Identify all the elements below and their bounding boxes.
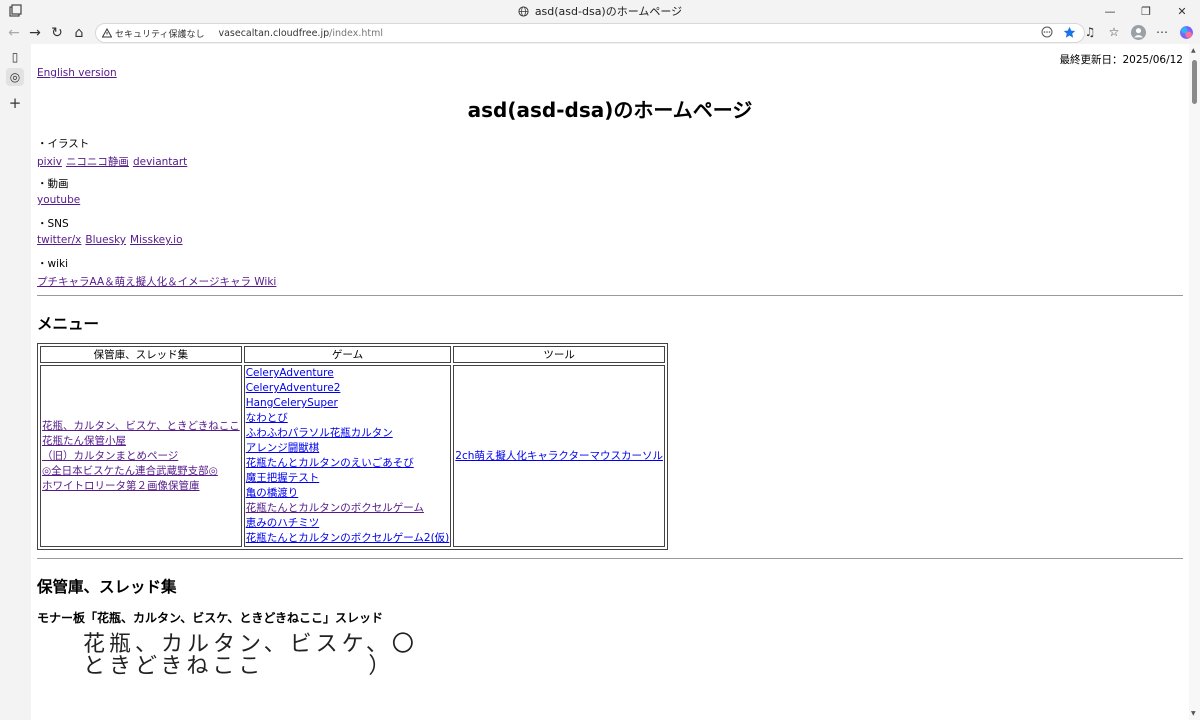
bluesky-link[interactable]: Bluesky xyxy=(85,234,126,246)
new-tab-icon[interactable]: + xyxy=(6,94,24,112)
scroll-down-icon[interactable]: ▼ xyxy=(1191,710,1196,717)
game-link-list: CeleryAdventure CeleryAdventure2 HangCeler… xyxy=(246,366,450,546)
col2-link-0[interactable]: CeleryAdventure xyxy=(246,366,450,381)
minimize-button[interactable]: — xyxy=(1092,0,1128,22)
banner-line: 花瓶、カルタン、ビスケ、〇 xyxy=(83,632,418,657)
archive-heading: 保管庫、スレッド集 xyxy=(37,578,177,596)
warning-icon xyxy=(102,28,112,38)
page-scrollbar[interactable]: ▲ ▼ xyxy=(1189,44,1200,720)
pixiv-link[interactable]: pixiv xyxy=(37,156,62,168)
section-label: ・wiki xyxy=(37,258,69,270)
col2-link-11[interactable]: 花瓶たんとカルタンのボクセルゲーム2(仮) xyxy=(246,531,450,546)
menu-header-tools: ツール xyxy=(453,346,665,363)
last-updated: 最終更新日：2025/06/12 xyxy=(1059,54,1183,66)
col1-link-2[interactable]: （旧）カルタンまとめページ xyxy=(42,449,240,464)
section-illust: ・イラスト pixiv ニコニコ静画 deviantart xyxy=(37,136,191,169)
read-aloud-icon[interactable]: ♫ xyxy=(1082,24,1098,40)
copilot-icon[interactable] xyxy=(1178,24,1194,40)
niconico-seiga-link[interactable]: ニコニコ静画 xyxy=(66,156,129,168)
col2-link-3[interactable]: なわとび xyxy=(246,411,450,426)
col2-link-7[interactable]: 魔王把握テスト xyxy=(246,471,450,486)
deviantart-link[interactable]: deviantart xyxy=(133,156,187,168)
security-text: セキュリティ保護なし xyxy=(115,29,205,40)
browser-toolbar: ← → ↻ ⌂ セキュリティ保護なし vasecaltan.cloudfree.… xyxy=(0,22,1200,44)
banner-line: ときどきねここ ） xyxy=(83,654,395,679)
forward-button[interactable]: → xyxy=(25,23,45,43)
section-sns: ・SNS twitter/x Bluesky Misskey.io xyxy=(37,216,187,246)
section-video: ・動画 youtube xyxy=(37,176,84,206)
favorite-star-icon[interactable] xyxy=(1063,26,1076,39)
restore-button[interactable]: ❐ xyxy=(1128,0,1164,22)
favorites-icon[interactable]: ☆ xyxy=(1106,24,1122,40)
menu-cell-tools: 2ch萌え擬人化キャラクターマウスカーソル xyxy=(453,365,665,547)
english-version-link[interactable]: English version xyxy=(37,67,117,79)
menu-ellipsis-icon[interactable]: ⋯ xyxy=(1154,24,1170,40)
page-content: 最終更新日：2025/06/12 English version asd(asd… xyxy=(31,44,1189,720)
col1-link-0[interactable]: 花瓶、カルタン、ビスケ、ときどきねここ xyxy=(42,419,240,434)
close-button[interactable]: ✕ xyxy=(1164,0,1200,22)
thread-banner-image: 花瓶、カルタン、ビスケ、〇 ときどきねここ ） xyxy=(83,634,418,678)
window-title-text: asd(asd-dsa)のホームページ xyxy=(534,5,683,18)
section-wiki: ・wiki プチキャラAA＆萌え擬人化＆イメージキャラ Wiki xyxy=(37,256,280,289)
section-label: ・SNS xyxy=(37,218,69,230)
col3-link-0[interactable]: 2ch萌え擬人化キャラクターマウスカーソル xyxy=(455,449,663,464)
youtube-link[interactable]: youtube xyxy=(37,194,80,206)
menu-header-archive: 保管庫、スレッド集 xyxy=(40,346,242,363)
wiki-link[interactable]: プチキャラAA＆萌え擬人化＆イメージキャラ Wiki xyxy=(37,276,276,288)
url-host: vasecaltan.cloudfree.jp xyxy=(218,27,330,39)
profile-avatar[interactable] xyxy=(1130,24,1146,40)
url-path: /index.html xyxy=(329,27,383,39)
side-rail: ▯ ◎ + xyxy=(0,44,31,720)
security-indicator[interactable]: セキュリティ保護なし xyxy=(102,27,204,40)
globe-icon xyxy=(518,5,529,17)
col1-link-3[interactable]: ◎全日本ビスケたん連合武蔵野支部◎ xyxy=(42,464,240,479)
address-bar[interactable]: セキュリティ保護なし vasecaltan.cloudfree.jp/index… xyxy=(95,23,1085,43)
url-text[interactable]: vasecaltan.cloudfree.jp/index.html xyxy=(218,28,383,39)
misskey-link[interactable]: Misskey.io xyxy=(130,234,182,246)
section-label: ・イラスト xyxy=(37,138,90,150)
col1-link-4[interactable]: ホワイトロリータ第２画像保管庫 xyxy=(42,479,240,494)
reload-button[interactable]: ↻ xyxy=(47,23,67,43)
window-title: asd(asd-dsa)のホームページ xyxy=(0,3,1200,19)
scroll-up-icon[interactable]: ▲ xyxy=(1191,47,1196,54)
title-bar: asd(asd-dsa)のホームページ — ❐ ✕ xyxy=(0,0,1200,22)
col2-link-1[interactable]: CeleryAdventure2 xyxy=(246,381,450,396)
divider xyxy=(37,558,1183,559)
twitter-link[interactable]: twitter/x xyxy=(37,234,81,246)
more-actions-icon[interactable] xyxy=(1041,26,1053,38)
col2-link-4[interactable]: ふわふわパラソル花瓶カルタン xyxy=(246,426,450,441)
page-title: asd(asd-dsa)のホームページ xyxy=(467,98,753,122)
col2-link-10[interactable]: 恵みのハチミツ xyxy=(246,516,450,531)
col2-link-2[interactable]: HangCelerySuper xyxy=(246,396,450,411)
col2-link-9[interactable]: 花瓶たんとカルタンのボクセルゲーム xyxy=(246,501,450,516)
col2-link-8[interactable]: 亀の橋渡り xyxy=(246,486,450,501)
col2-link-6[interactable]: 花瓶たんとカルタンのえいごあそび xyxy=(246,456,450,471)
divider xyxy=(37,295,1183,296)
thread-heading: モナー板「花瓶、カルタン、ビスケ、ときどきねここ」スレッド xyxy=(37,611,383,625)
menu-header-games: ゲーム xyxy=(243,346,452,363)
col2-link-5[interactable]: アレンジ闘獣棋 xyxy=(246,441,450,456)
back-button[interactable]: ← xyxy=(4,23,24,43)
menu-cell-archive: 花瓶、カルタン、ビスケ、ときどきねここ 花瓶たん保管小屋 （旧）カルタンまとめページ… xyxy=(40,365,242,547)
menu-cell-games: CeleryAdventure CeleryAdventure2 HangCeler… xyxy=(243,365,452,547)
scrollbar-thumb[interactable] xyxy=(1192,60,1197,104)
section-label: ・動画 xyxy=(37,178,69,190)
sidebar-toggle-icon[interactable]: ▯ xyxy=(6,48,24,66)
globe-tab-icon[interactable]: ◎ xyxy=(6,68,24,86)
menu-table: 保管庫、スレッド集 ゲーム ツール 花瓶、カルタン、ビスケ、ときどきねここ 花瓶た… xyxy=(37,343,668,550)
menu-heading: メニュー xyxy=(37,315,100,333)
tool-link-list: 2ch萌え擬人化キャラクターマウスカーソル xyxy=(455,449,663,464)
home-button[interactable]: ⌂ xyxy=(69,23,89,43)
archive-link-list: 花瓶、カルタン、ビスケ、ときどきねここ 花瓶たん保管小屋 （旧）カルタンまとめページ… xyxy=(42,419,240,494)
col1-link-1[interactable]: 花瓶たん保管小屋 xyxy=(42,434,240,449)
